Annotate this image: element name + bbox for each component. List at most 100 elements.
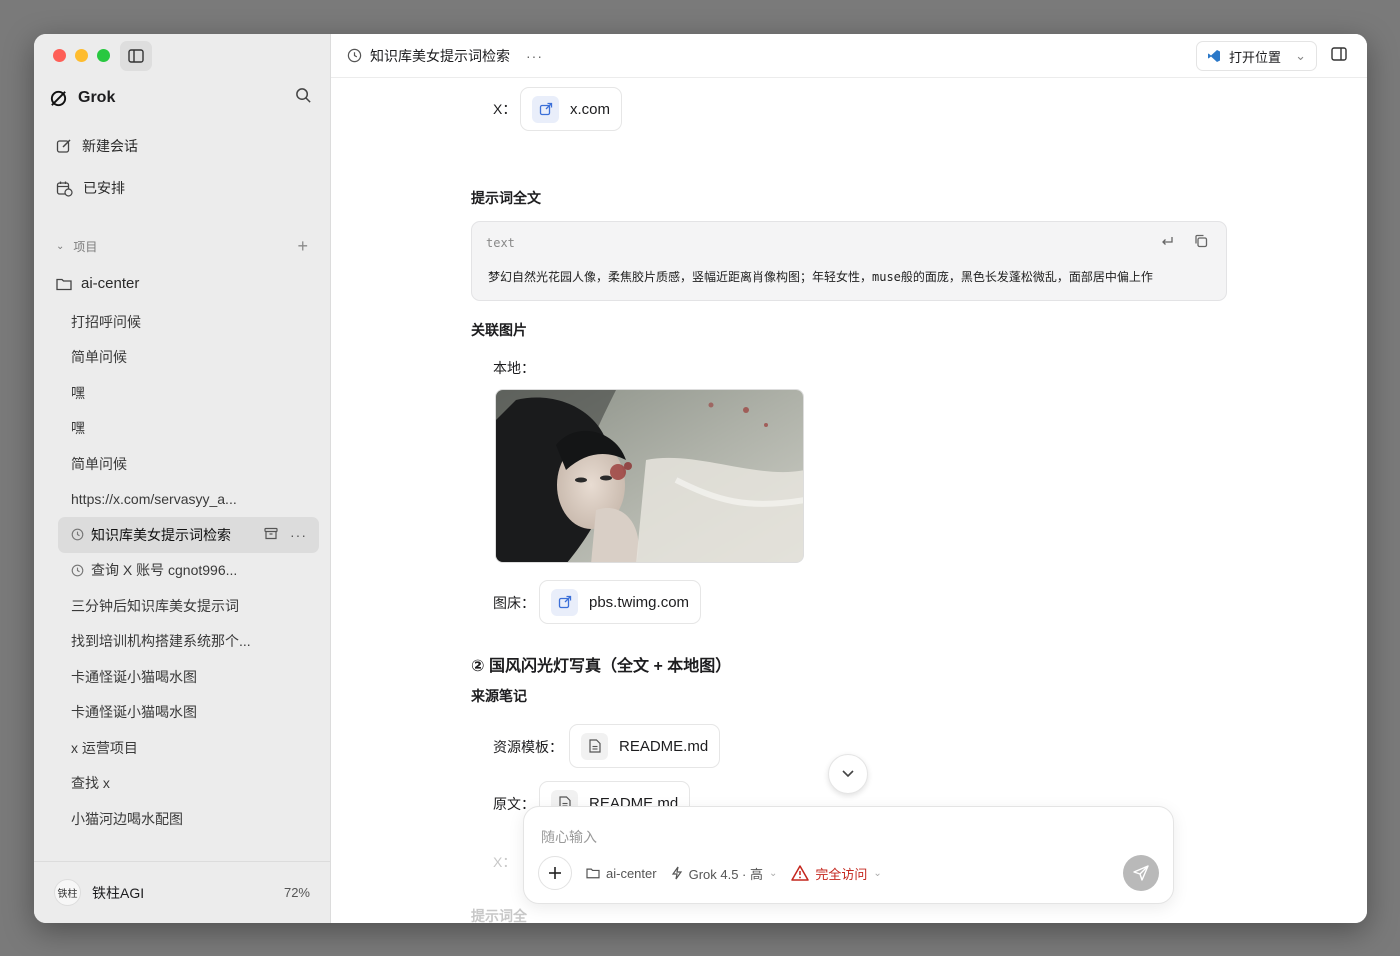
- hosting-label: 图床：: [493, 595, 535, 611]
- close-window-button[interactable]: [53, 49, 66, 62]
- chevron-down-icon: [842, 770, 854, 778]
- compose-icon: [56, 139, 71, 153]
- conversation-label: 查找 x: [71, 775, 110, 792]
- zoom-window-button[interactable]: [97, 49, 110, 62]
- x-link-text: x.com: [570, 100, 611, 118]
- x-label: X：: [493, 101, 517, 117]
- conversation-item[interactable]: 嘿: [58, 375, 319, 411]
- hosting-link-chip[interactable]: pbs.twimg.com: [539, 580, 702, 624]
- scheduled-button[interactable]: 已安排: [56, 178, 125, 198]
- section-label: 项目: [73, 239, 98, 254]
- composer-input[interactable]: 随心输入: [541, 827, 597, 847]
- composer-toolbar: ai-center Grok 4.5 · 高 ⌄ 完全访问 ⌄: [538, 855, 1159, 891]
- conversation-item[interactable]: 卡通怪诞小猫喝水图: [58, 659, 319, 695]
- project-selector[interactable]: ai-center: [586, 866, 657, 881]
- minimize-window-button[interactable]: [75, 49, 88, 62]
- grok-logo-icon: [50, 90, 67, 106]
- chevron-down-icon: ⌄: [769, 867, 778, 879]
- open-location-button[interactable]: 打开位置 ⌄: [1196, 41, 1317, 71]
- access-selector-label: 完全访问: [815, 866, 868, 882]
- topbar: 知识库美女提示词检索 ··· 打开位置 ⌄: [331, 34, 1367, 78]
- archive-icon: [264, 527, 278, 539]
- conversation-label: 卡通怪诞小猫喝水图: [71, 668, 197, 685]
- add-project-button[interactable]: +: [297, 237, 308, 255]
- conversation-item[interactable]: 知识库美女提示词检索 ···: [58, 517, 319, 553]
- code-block: text 梦幻自然光花园人像，柔焦胶片质感，竖幅近距离肖像构图；年轻女性，mus…: [471, 221, 1227, 301]
- conversation-label: x 运营项目: [71, 739, 138, 756]
- section2-heading: ② 国风闪光灯写真（全文 + 本地图）: [471, 658, 732, 675]
- code-tools: [1160, 234, 1208, 253]
- conversation-item[interactable]: x 运营项目: [58, 730, 319, 766]
- conversation-label: 嘿: [71, 384, 85, 401]
- sidebar-icon: [128, 49, 144, 63]
- conversation-label: 嘿: [71, 420, 85, 437]
- more-options-button[interactable]: ···: [290, 527, 307, 543]
- conversation-label: 查询 X 账号 cgnot996...: [91, 562, 238, 579]
- conversation-label: 简单问候: [71, 349, 127, 366]
- conversation-label: 卡通怪诞小猫喝水图: [71, 704, 197, 721]
- template-file-chip[interactable]: README.md: [569, 724, 721, 768]
- x-link-chip[interactable]: x.com: [520, 87, 623, 131]
- vscode-icon: [1208, 50, 1220, 62]
- clock-icon: [347, 48, 362, 63]
- document-icon: [581, 732, 608, 760]
- model-selector[interactable]: Grok 4.5 · 高 ⌄: [671, 864, 778, 883]
- send-icon: [1133, 865, 1149, 881]
- wrap-lines-button[interactable]: [1160, 234, 1174, 253]
- conversation-item[interactable]: 找到培训机构搭建系统那个...: [58, 624, 319, 660]
- sidebar-toggle-button[interactable]: [120, 41, 152, 71]
- avatar: 铁柱: [54, 879, 81, 906]
- conversation-label: 知识库美女提示词检索: [91, 526, 231, 543]
- conversation-label: https://x.com/servasyy_a...: [71, 491, 237, 508]
- conversation-item[interactable]: 卡通怪诞小猫喝水图: [58, 695, 319, 731]
- calendar-clock-icon: [56, 181, 73, 197]
- faded-prompt-heading: 提示词全: [471, 908, 527, 923]
- code-language: text: [486, 236, 515, 250]
- conversation-item[interactable]: 嘿: [58, 411, 319, 447]
- scroll-to-bottom-button[interactable]: [828, 754, 868, 794]
- app-name: Grok: [78, 89, 116, 106]
- window-controls: [53, 49, 110, 62]
- conversation-label: 简单问候: [71, 455, 127, 472]
- user-footer[interactable]: 铁柱 铁柱AGI 72%: [34, 861, 330, 923]
- conversation-item[interactable]: 简单问候: [58, 340, 319, 376]
- conversation-item[interactable]: 查找 x: [58, 766, 319, 802]
- access-selector[interactable]: 完全访问 ⌄: [791, 864, 882, 883]
- folder-icon: [56, 278, 72, 290]
- user-name: 铁柱AGI: [92, 884, 145, 901]
- send-button[interactable]: [1123, 855, 1159, 891]
- panel-icon: [1331, 47, 1347, 61]
- conversation-item[interactable]: 打招呼问候: [58, 304, 319, 340]
- portrait-image[interactable]: [495, 389, 804, 563]
- conversation-item[interactable]: https://x.com/servasyy_a...: [58, 482, 319, 518]
- conversation-label: 三分钟后知识库美女提示词: [71, 597, 239, 614]
- template-file-name: README.md: [619, 737, 709, 755]
- conversation-item[interactable]: 查询 X 账号 cgnot996...: [58, 553, 319, 589]
- more-options-button[interactable]: ···: [526, 48, 543, 64]
- attach-button[interactable]: [538, 856, 572, 890]
- conversation-item[interactable]: 三分钟后知识库美女提示词: [58, 588, 319, 624]
- chevron-down-icon: ⌄: [873, 867, 882, 879]
- archive-button[interactable]: [264, 527, 278, 543]
- conversation-item[interactable]: 小猫河边喝水配图: [58, 801, 319, 837]
- scheduled-label: 已安排: [83, 180, 125, 196]
- images-heading: 关联图片: [471, 322, 527, 338]
- projects-section-header[interactable]: ⌄ 项目 +: [56, 237, 308, 255]
- new-chat-label: 新建会话: [82, 138, 138, 154]
- search-button[interactable]: [295, 87, 312, 109]
- source-heading: 来源笔记: [471, 688, 527, 704]
- local-label: 本地：: [493, 360, 535, 376]
- copy-code-button[interactable]: [1194, 234, 1208, 253]
- project-folder[interactable]: ai-center: [56, 275, 139, 292]
- app-window: Grok 新建会话 已安排 ⌄ 项目 + ai-center 打招呼问候简单问候…: [34, 34, 1367, 923]
- right-panel-toggle[interactable]: [1331, 47, 1347, 66]
- template-label: 资源模板：: [493, 739, 563, 755]
- external-link-icon: [551, 588, 578, 616]
- clock-icon: [71, 528, 84, 541]
- code-text: 梦幻自然光花园人像，柔焦胶片质感，竖幅近距离肖像构图；年轻女性，muse般的面庞…: [488, 270, 1153, 284]
- conversation-label: 打招呼问候: [71, 313, 141, 330]
- copy-icon: [1195, 234, 1208, 248]
- conversation-item[interactable]: 简单问候: [58, 446, 319, 482]
- composer[interactable]: 随心输入 ai-center Grok 4.5 · 高 ⌄ 完全访问 ⌄: [523, 806, 1174, 904]
- new-chat-button[interactable]: 新建会话: [56, 136, 138, 156]
